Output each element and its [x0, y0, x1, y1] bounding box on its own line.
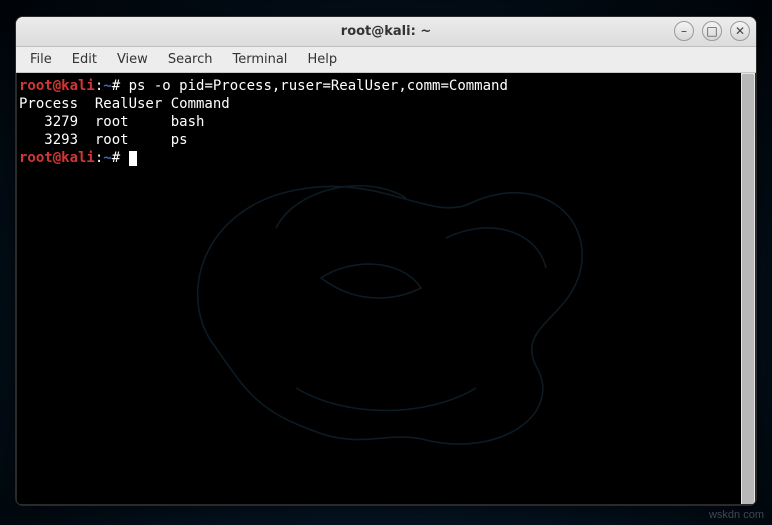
menu-terminal[interactable]: Terminal — [224, 49, 295, 70]
maximize-icon: □ — [706, 25, 717, 37]
command-1: ps -o pid=Process,ruser=RealUser,comm=Co… — [129, 78, 508, 94]
watermark: wskdn com — [709, 509, 764, 521]
menu-file[interactable]: File — [22, 49, 60, 70]
prompt-userhost: root@kali — [19, 78, 95, 94]
minimize-button[interactable]: – — [674, 21, 694, 41]
window-controls: – □ ✕ — [674, 21, 750, 41]
close-button[interactable]: ✕ — [730, 21, 750, 41]
terminal-content[interactable]: root@kali:~# ps -o pid=Process,ruser=Rea… — [17, 73, 755, 171]
menubar: File Edit View Search Terminal Help — [16, 47, 756, 73]
output-header: Process RealUser Command — [19, 96, 230, 112]
minimize-icon: – — [681, 25, 687, 37]
prompt-path: ~ — [103, 78, 111, 94]
menu-help[interactable]: Help — [299, 49, 345, 70]
scrollbar-thumb[interactable] — [742, 74, 754, 505]
window-title: root@kali: ~ — [16, 24, 756, 39]
output-row-2: 3293 root ps — [19, 132, 188, 148]
menu-edit[interactable]: Edit — [64, 49, 105, 70]
prompt-userhost-2: root@kali — [19, 150, 95, 166]
prompt-sep2b: # — [112, 150, 129, 166]
close-icon: ✕ — [735, 25, 745, 37]
terminal-window: root@kali: ~ – □ ✕ File Edit View Search… — [15, 16, 757, 506]
output-row-1: 3279 root bash — [19, 114, 204, 130]
menu-view[interactable]: View — [109, 49, 156, 70]
scrollbar[interactable] — [741, 73, 755, 504]
terminal-viewport[interactable]: root@kali:~# ps -o pid=Process,ruser=Rea… — [16, 73, 756, 505]
menu-search[interactable]: Search — [160, 49, 221, 70]
titlebar[interactable]: root@kali: ~ – □ ✕ — [16, 17, 756, 47]
prompt-sep2: # — [112, 78, 129, 94]
prompt-path-2: ~ — [103, 150, 111, 166]
maximize-button[interactable]: □ — [702, 21, 722, 41]
cursor-block — [129, 151, 137, 166]
